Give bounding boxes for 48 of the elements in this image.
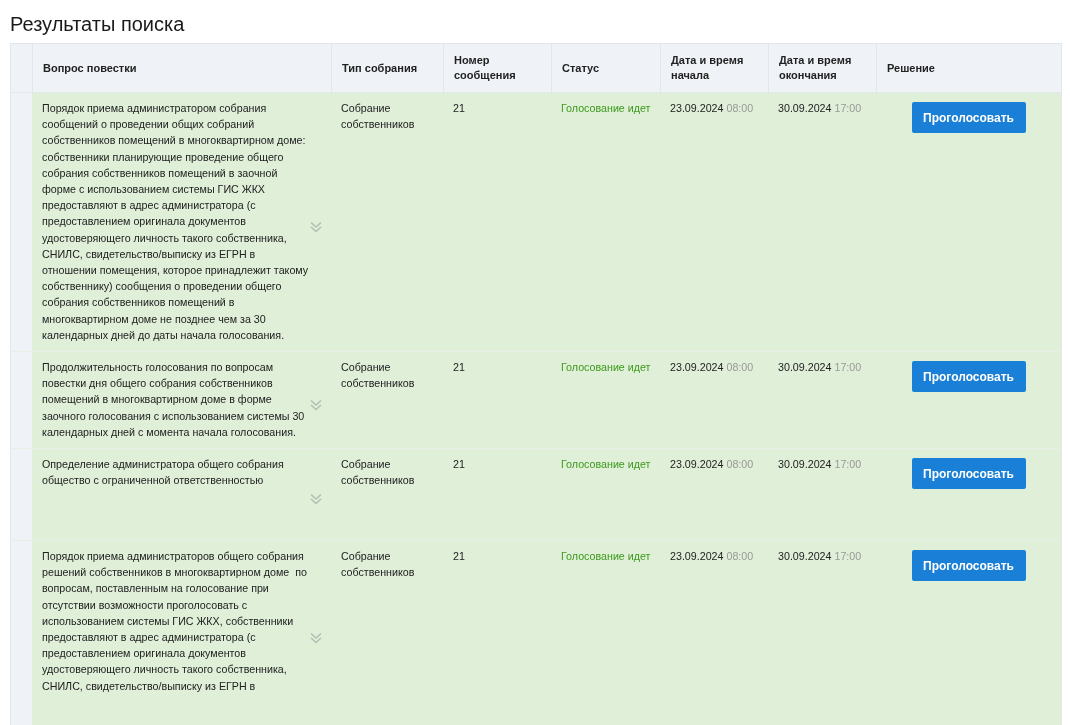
- vote-button[interactable]: Проголосовать: [911, 550, 1026, 582]
- double-chevron-down-icon[interactable]: [310, 631, 322, 644]
- vote-button[interactable]: Проголосовать: [911, 361, 1026, 393]
- start-date-text: 23.09.2024: [670, 550, 724, 563]
- column-header: Вопрос повестки: [32, 44, 331, 92]
- start-date-text: 23.09.2024: [670, 102, 724, 114]
- status-text: Голосование идет: [561, 361, 651, 374]
- start-date-text: 23.09.2024: [670, 458, 724, 471]
- end-time-text: 17:00: [834, 550, 862, 563]
- start-time-text: 08:00: [726, 361, 754, 374]
- status-text: Голосование идет: [561, 102, 651, 114]
- end-time-text: 17:00: [834, 458, 862, 471]
- column-header: Статус: [551, 44, 660, 92]
- column-header: Дата и время окончания: [768, 44, 876, 92]
- double-chevron-down-icon[interactable]: [310, 398, 322, 411]
- message-number-text: 21: [453, 361, 465, 374]
- message-number-text: 21: [453, 550, 465, 563]
- double-chevron-down-icon[interactable]: [310, 220, 322, 233]
- vote-button[interactable]: Проголосовать: [911, 458, 1026, 490]
- meeting-type-text: Собрание собственников: [341, 360, 416, 392]
- end-date-text: 30.09.2024: [778, 361, 832, 374]
- page-title: Результаты поиска: [9, 12, 186, 37]
- meeting-type-text: Собрание собственников: [341, 549, 416, 581]
- question-text: Порядок приема администраторов общего собрания решений собственников в многоквартирном доме по вопросам, поставленным на голосование при отсутствии возможности проголосовать с использованием системы ГИС ЖКХ, собственники предоставляют в адрес администратора (с предоставлением оригинала документов удостоверяющего личность такого собственника, СНИЛС, свидетельство/выписку из ЕГРН в: [42, 549, 308, 694]
- meeting-type-text: Собрание собственников: [341, 101, 416, 133]
- start-time-text: 08:00: [726, 102, 754, 114]
- end-date-text: 30.09.2024: [778, 458, 832, 471]
- column-header: Номер сообщения: [443, 44, 551, 92]
- question-text: Определение администратора общего собрания общество с ограниченной ответственностью: [42, 457, 285, 489]
- question-text: Продолжительность голосования по вопросам повестки дня общего собрания собственников помещений в многоквартирном доме в форме заочного голосования с использованием системы 30 календарных дней с момента начала голосования.: [42, 360, 306, 440]
- question-text: Порядок приема администратором собрания сообщений о проведении общих собраний собственников помещений в многоквартирном доме: собственники планирующие проведение общего собрания собственников помещений в заочной форме с использованием системы ГИС ЖКХ предоставляют в адрес администратора (с предоставлением оригинала документов удостоверяющего личность такого собственника, СНИЛС, свидетельство/выписку из ЕГРН в отношении помещения, которое принадлежит такому собственнику) сообщения о проведении общего собрания собственников помещений в многоквартирном доме не позднее чем за 30 календарных дней до даты начала голосования.: [42, 101, 310, 343]
- vote-button[interactable]: Проголосовать: [911, 102, 1026, 133]
- end-time-text: 17:00: [834, 102, 862, 114]
- message-number-text: 21: [453, 102, 465, 114]
- double-chevron-down-icon[interactable]: [310, 493, 322, 506]
- status-text: Голосование идет: [561, 458, 651, 471]
- status-text: Голосование идет: [561, 550, 651, 563]
- column-header: Тип собрания: [331, 44, 443, 92]
- column-header: Решение: [876, 44, 1061, 92]
- column-header: Дата и время начала: [660, 44, 768, 92]
- end-date-text: 30.09.2024: [778, 102, 832, 114]
- end-date-text: 30.09.2024: [778, 550, 832, 563]
- start-time-text: 08:00: [726, 458, 754, 471]
- start-time-text: 08:00: [726, 550, 754, 563]
- start-date-text: 23.09.2024: [670, 361, 724, 374]
- message-number-text: 21: [453, 458, 465, 471]
- end-time-text: 17:00: [834, 361, 862, 374]
- meeting-type-text: Собрание собственников: [341, 457, 416, 489]
